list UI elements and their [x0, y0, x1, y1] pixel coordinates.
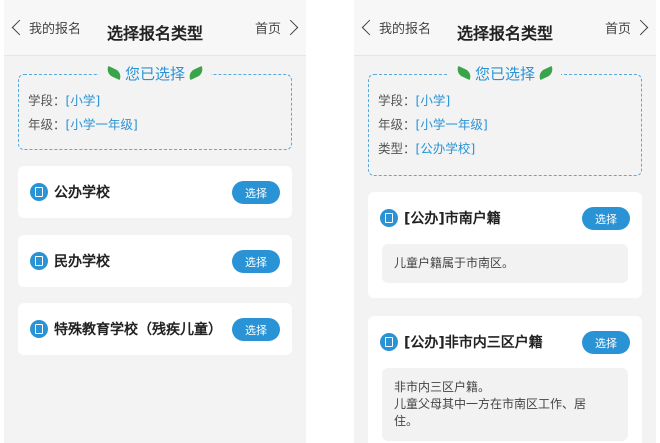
- selection-heading: 您已选择: [369, 62, 641, 84]
- home-link[interactable]: 首页: [255, 18, 300, 37]
- selection-value: [公办学校]: [415, 141, 476, 156]
- home-label: 首页: [604, 22, 631, 37]
- document-icon: [380, 333, 398, 351]
- option-card-private: 民办学校 选择: [18, 235, 292, 287]
- screen-left: 我的报名 选择报名类型 首页 您已选择 学段：[小学] 年级：[小学一年级] 公…: [4, 0, 306, 443]
- description-line: 儿童父母其中一方在市南区工作、居: [394, 397, 587, 411]
- selection-row-type: 类型：[公办学校]: [378, 137, 641, 161]
- selection-value: [小学]: [415, 93, 451, 108]
- selection-label: 年级：: [378, 117, 416, 132]
- selection-row-grade: 年级：[小学一年级]: [378, 113, 641, 137]
- selection-value: [小学一年级]: [65, 117, 138, 132]
- selection-label: 年级：: [28, 117, 66, 132]
- nav-bar: 我的报名 选择报名类型 首页: [354, 0, 656, 56]
- description-line: 非市内三区户籍。: [394, 380, 491, 394]
- selection-summary: 您已选择 学段：[小学] 年级：[小学一年级]: [18, 62, 292, 150]
- leaf-icon: [537, 65, 555, 81]
- selection-label: 学段：: [378, 93, 416, 108]
- option-card-special: 特殊教育学校（残疾儿童） 选择: [18, 303, 292, 355]
- selection-label: 类型：: [378, 141, 416, 156]
- option-description: 非市内三区户籍。 儿童父母其中一方在市南区工作、居 住。: [382, 368, 628, 441]
- option-card-non-city-hukou: [公办]非市内三区户籍 选择 非市内三区户籍。 儿童父母其中一方在市南区工作、居…: [368, 316, 642, 443]
- selection-row-stage: 学段：[小学]: [378, 89, 641, 113]
- select-button[interactable]: 选择: [232, 318, 280, 341]
- home-label: 首页: [254, 22, 281, 37]
- screen-right: 我的报名 选择报名类型 首页 您已选择 学段：[小学] 年级：[小学一年级] 类…: [354, 0, 656, 443]
- selection-label: 学段：: [28, 93, 66, 108]
- home-link[interactable]: 首页: [605, 18, 650, 37]
- option-description: 儿童户籍属于市南区。: [382, 244, 628, 283]
- selection-row-stage: 学段：[小学]: [28, 89, 291, 113]
- option-title: 民办学校: [54, 254, 110, 270]
- leaf-icon: [187, 65, 205, 81]
- selection-row-grade: 年级：[小学一年级]: [28, 113, 291, 137]
- option-card-public: 公办学校 选择: [18, 166, 292, 218]
- selection-summary: 您已选择 学段：[小学] 年级：[小学一年级] 类型：[公办学校]: [368, 62, 642, 176]
- option-title: [公办]非市内三区户籍: [404, 335, 543, 351]
- description-line: 住。: [394, 414, 419, 428]
- nav-bar: 我的报名 选择报名类型 首页: [4, 0, 306, 56]
- chevron-right-icon: [632, 19, 649, 36]
- description-line: 儿童户籍属于市南区。: [394, 256, 515, 270]
- selection-heading-label: 您已选择: [474, 64, 535, 83]
- selection-value: [小学一年级]: [415, 117, 488, 132]
- select-button[interactable]: 选择: [232, 181, 280, 204]
- selection-heading: 您已选择: [19, 62, 291, 84]
- chevron-right-icon: [282, 19, 299, 36]
- document-icon: [30, 252, 48, 270]
- selection-value: [小学]: [65, 93, 101, 108]
- select-button[interactable]: 选择: [582, 331, 630, 354]
- option-card-shinan-hukou: [公办]市南户籍 选择 儿童户籍属于市南区。: [368, 192, 642, 298]
- select-button[interactable]: 选择: [582, 207, 630, 230]
- select-button[interactable]: 选择: [232, 250, 280, 273]
- leaf-icon: [455, 65, 473, 81]
- document-icon: [380, 209, 398, 227]
- option-title: 公办学校: [54, 185, 110, 201]
- document-icon: [30, 183, 48, 201]
- selection-heading-label: 您已选择: [124, 64, 185, 83]
- option-title: 特殊教育学校（残疾儿童）: [54, 322, 222, 338]
- leaf-icon: [105, 65, 123, 81]
- document-icon: [30, 320, 48, 338]
- option-title: [公办]市南户籍: [404, 211, 501, 227]
